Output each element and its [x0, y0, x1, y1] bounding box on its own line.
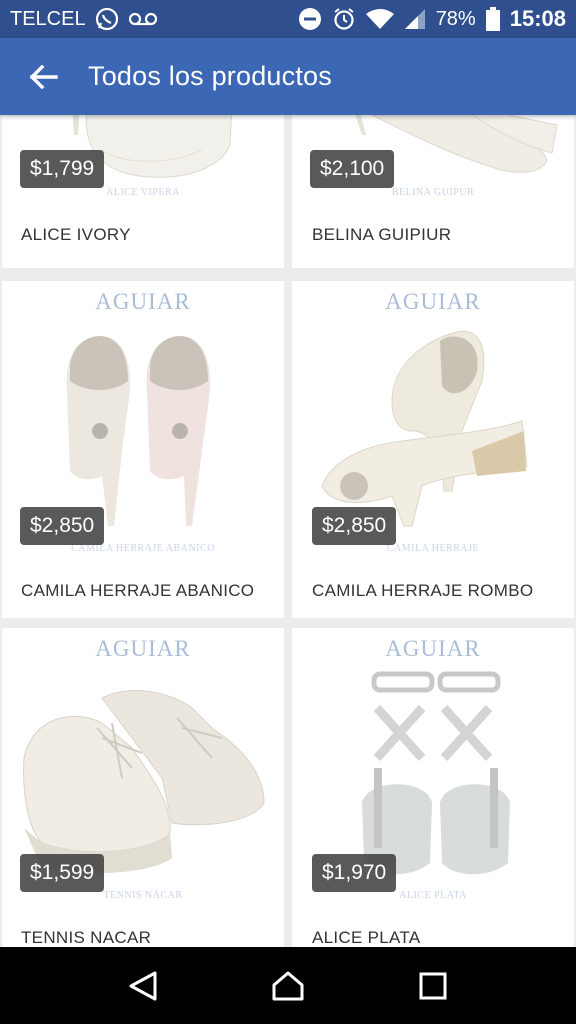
battery-percent: 78%: [435, 7, 476, 30]
price-badge: $1,599: [20, 854, 105, 892]
product-card[interactable]: AGUIAR TENNIS NÁCAR $1,599 TENNIS NACAR: [2, 628, 284, 947]
product-card[interactable]: AGUIAR CAMILA HERRAJE ABANICO $2,850 CAM…: [2, 281, 284, 618]
price-badge: $2,850: [20, 507, 105, 545]
image-caption: ALICE VIPERA: [106, 187, 180, 198]
price-badge: $1,970: [312, 854, 397, 892]
system-nav-bar: [0, 947, 576, 1024]
image-caption: BELINA GUIPUR: [391, 187, 475, 198]
carrier-label: TELCEL: [10, 7, 86, 30]
app-bar: Todos los productos: [0, 38, 576, 115]
price-badge: $1,799: [20, 150, 105, 188]
whatsapp-icon: [94, 6, 120, 32]
alarm-icon: [332, 7, 356, 31]
nav-recents-icon: [419, 972, 447, 999]
wifi-icon: [365, 8, 394, 30]
product-name: CAMILA HERRAJE ABANICO: [21, 581, 255, 600]
product-name: BELINA GUIPIUR: [312, 225, 452, 244]
nav-back-icon: [129, 971, 157, 1000]
product-name: TENNIS NACAR: [21, 928, 152, 947]
battery-icon: [485, 7, 500, 31]
voicemail-icon: [128, 11, 158, 27]
price-badge: $2,100: [310, 150, 395, 188]
nav-back-button[interactable]: [113, 956, 173, 1016]
back-button[interactable]: [0, 38, 88, 115]
product-name: ALICE PLATA: [312, 928, 421, 947]
status-bar: TELCEL 78% 15:08: [0, 0, 576, 38]
page-title: Todos los productos: [88, 61, 332, 91]
price-badge: $2,850: [312, 507, 397, 545]
product-card[interactable]: AGUIAR CAMILA HERRAJE $2,850 CAMILA HERR…: [292, 281, 574, 618]
product-grid: ALICE VIPERA $1,799 ALICE IVORY BELINA G…: [0, 115, 576, 947]
nav-home-button[interactable]: [258, 956, 318, 1016]
product-name: ALICE IVORY: [21, 225, 131, 244]
product-card[interactable]: ALICE VIPERA $1,799 ALICE IVORY: [2, 115, 284, 268]
clock: 15:08: [509, 6, 566, 31]
nav-home-icon: [272, 971, 304, 1000]
arrow-back-icon: [30, 64, 58, 89]
signal-icon: [404, 8, 426, 30]
product-card[interactable]: BELINA GUIPUR $2,100 BELINA GUIPIUR: [292, 115, 574, 268]
nav-recents-button[interactable]: [403, 956, 463, 1016]
product-name: CAMILA HERRAJE ROMBO: [312, 581, 534, 600]
do-not-disturb-icon: [298, 7, 322, 31]
product-card[interactable]: AGUIAR ALICE PLATA $1,970 ALICE PLATA: [292, 628, 574, 947]
